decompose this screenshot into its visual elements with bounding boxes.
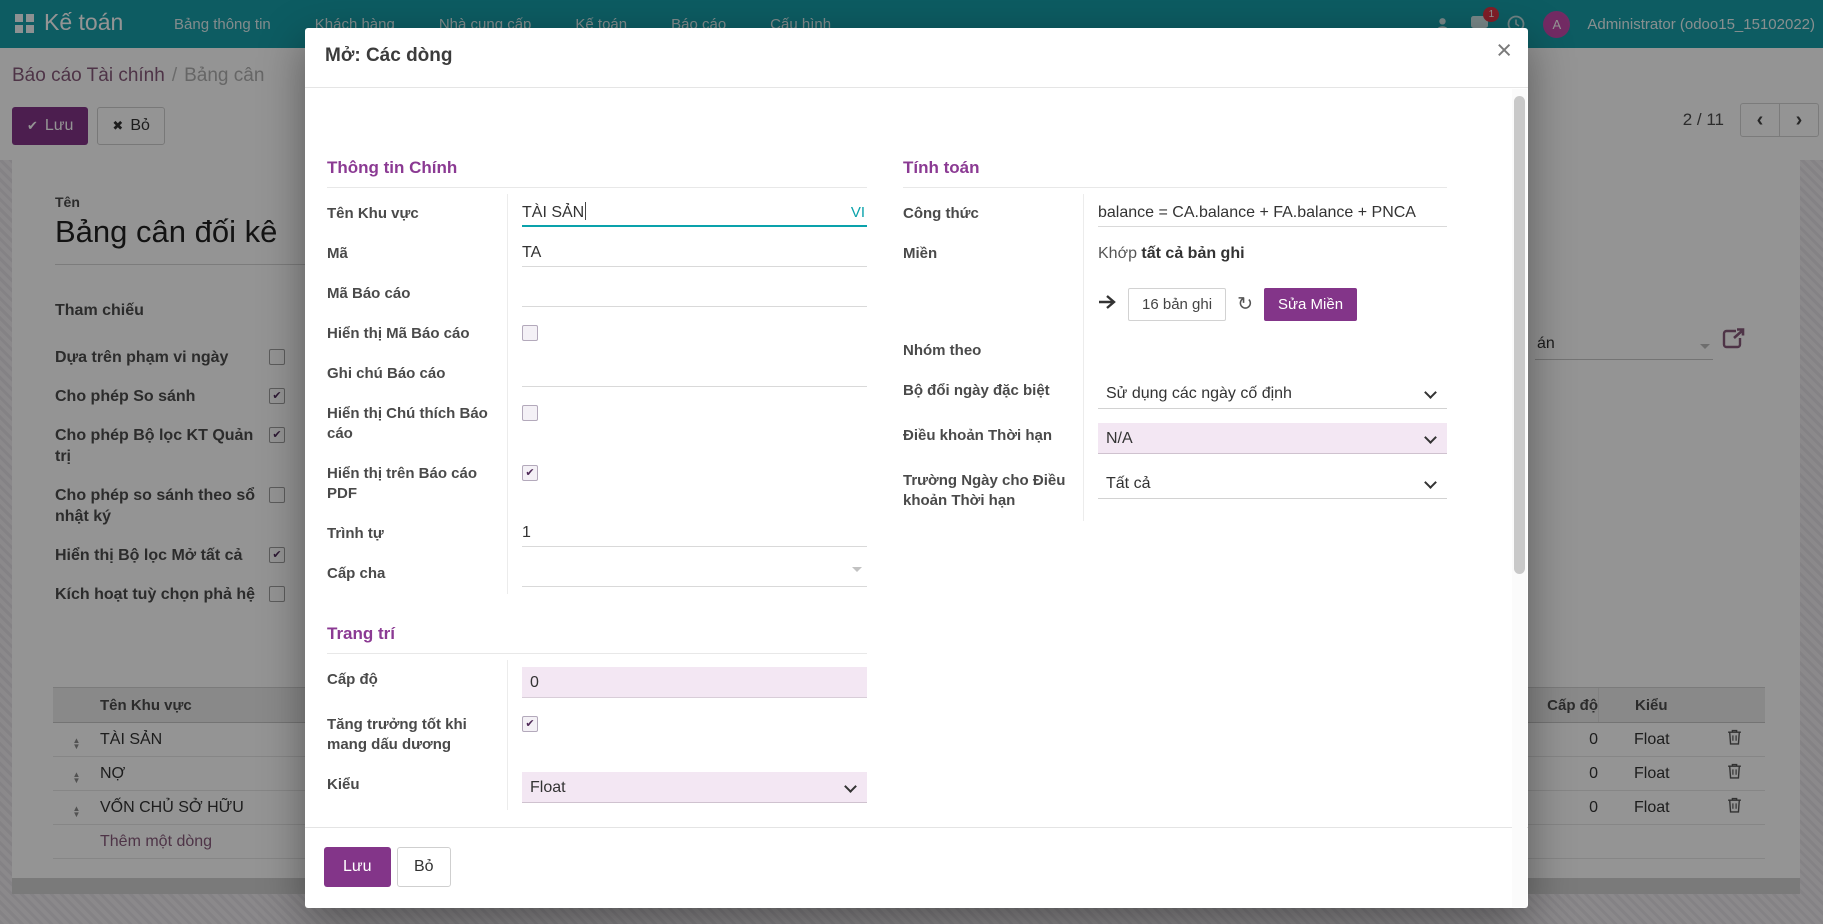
parent-input[interactable]: [522, 561, 867, 587]
modal-right-column: Tính toán Công thức balance = CA.balance…: [903, 88, 1447, 521]
translation-badge[interactable]: VI: [851, 201, 865, 225]
growth-checkbox[interactable]: ✔: [522, 716, 538, 732]
type-select[interactable]: Float: [522, 772, 867, 803]
field-row-term-date-field: Trường Ngày cho Điều khoản Thời hạn Tất …: [903, 461, 1447, 521]
field-row-domain-actions: 16 bản ghi ↻ Sửa Miền: [903, 274, 1447, 331]
arrow-right-icon: [1098, 294, 1117, 315]
field-row-groupby: Nhóm theo: [903, 331, 1447, 371]
field-row-type: Kiểu Float: [327, 765, 867, 810]
record-count-button[interactable]: 16 bản ghi: [1128, 288, 1226, 321]
section-decoration: Trang trí: [327, 624, 867, 654]
formula-input[interactable]: balance = CA.balance + FA.balance + PNCA: [1098, 201, 1447, 227]
section-main-info: Thông tin Chính: [327, 158, 867, 188]
sequence-input[interactable]: 1: [522, 521, 867, 547]
modal-header: Mở: Các dòng ×: [305, 28, 1528, 88]
close-icon[interactable]: ×: [1496, 35, 1512, 65]
section-computation: Tính toán: [903, 158, 1447, 188]
region-name-input[interactable]: TÀI SẢN VI: [522, 201, 867, 227]
field-row-code: Mã TA: [327, 234, 867, 274]
level-input[interactable]: 0: [522, 667, 867, 698]
groupby-value[interactable]: [1083, 331, 1447, 371]
field-row-parent: Cấp cha: [327, 554, 867, 594]
modal-scrollbar-thumb[interactable]: [1514, 96, 1525, 574]
term-date-field-select[interactable]: Tất cả: [1098, 468, 1447, 499]
text-cursor: [585, 202, 586, 220]
modal-footer: Lưu Bỏ: [305, 827, 1528, 908]
field-row-region-name: Tên Khu vực TÀI SẢN VI: [327, 194, 867, 234]
report-code-input[interactable]: [522, 281, 867, 307]
field-row-formula: Công thức balance = CA.balance + FA.bala…: [903, 194, 1447, 234]
date-changer-select[interactable]: Sử dụng các ngày cố định: [1098, 378, 1447, 409]
field-row-report-note: Ghi chú Báo cáo: [327, 354, 867, 394]
report-note-input[interactable]: [522, 361, 867, 387]
show-report-code-checkbox[interactable]: [522, 325, 538, 341]
modal-dialog: Mở: Các dòng × Thông tin Chính Tên Khu v…: [305, 28, 1528, 908]
field-row-level: Cấp độ 0: [327, 660, 867, 705]
field-row-report-code: Mã Báo cáo: [327, 274, 867, 314]
screen: Kế toán Bảng thông tin Khách hàng Nhà cu…: [0, 0, 1823, 924]
field-row-sequence: Trình tự 1: [327, 514, 867, 554]
domain-match-text: Khớp tất cả bản ghi: [1098, 241, 1447, 267]
term-select[interactable]: N/A: [1098, 423, 1447, 454]
show-report-note-checkbox[interactable]: [522, 405, 538, 421]
field-row-show-report-code: Hiển thị Mã Báo cáo: [327, 314, 867, 354]
field-row-show-report-note: Hiển thị Chú thích Báo cáo: [327, 394, 867, 454]
edit-domain-button[interactable]: Sửa Miền: [1264, 288, 1357, 321]
field-row-term: Điều khoản Thời hạn N/A: [903, 416, 1447, 461]
field-row-domain: Miền Khớp tất cả bản ghi: [903, 234, 1447, 274]
show-pdf-checkbox[interactable]: ✔: [522, 465, 538, 481]
modal-scrollbar-track[interactable]: [1512, 89, 1527, 907]
dropdown-caret-icon[interactable]: [852, 567, 862, 572]
field-row-date-changer: Bộ đổi ngày đặc biệt Sử dụng các ngày cố…: [903, 371, 1447, 416]
code-input[interactable]: TA: [522, 241, 867, 267]
modal-discard-button[interactable]: Bỏ: [397, 847, 451, 887]
modal-save-button[interactable]: Lưu: [324, 847, 391, 887]
modal-title: Mở: Các dòng: [325, 45, 453, 67]
field-row-growth: Tăng trưởng tốt khi mang dấu dương ✔: [327, 705, 867, 765]
refresh-icon[interactable]: ↻: [1237, 293, 1253, 316]
field-row-show-pdf: Hiển thị trên Báo cáo PDF ✔: [327, 454, 867, 514]
modal-left-column: Thông tin Chính Tên Khu vực TÀI SẢN VI M…: [327, 88, 867, 810]
